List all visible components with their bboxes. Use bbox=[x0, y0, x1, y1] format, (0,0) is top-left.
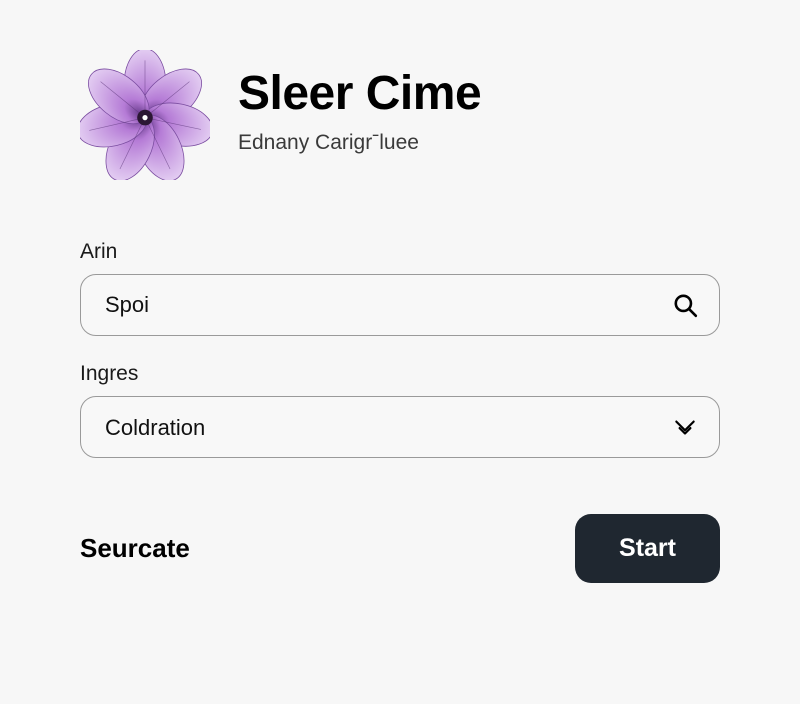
header: Sleer Cime Ednany Carigrˉluee bbox=[80, 50, 720, 180]
header-text: Sleer Cime Ednany Carigrˉluee bbox=[238, 50, 481, 155]
ingres-label: Ingres bbox=[80, 362, 720, 386]
arin-label: Arin bbox=[80, 240, 720, 264]
ingres-select-wrap: Coldration bbox=[80, 396, 720, 458]
arin-input-wrap bbox=[80, 274, 720, 336]
footer-label: Seurcate bbox=[80, 533, 190, 564]
flower-icon bbox=[80, 50, 210, 180]
field-ingres: Ingres Coldration bbox=[80, 362, 720, 458]
field-arin: Arin bbox=[80, 240, 720, 336]
page-title: Sleer Cime bbox=[238, 68, 481, 121]
ingres-select[interactable]: Coldration bbox=[80, 396, 720, 458]
page-subtitle: Ednany Carigrˉluee bbox=[238, 131, 481, 155]
footer: Seurcate Start bbox=[80, 514, 720, 583]
start-button[interactable]: Start bbox=[575, 514, 720, 583]
arin-input[interactable] bbox=[80, 274, 720, 336]
